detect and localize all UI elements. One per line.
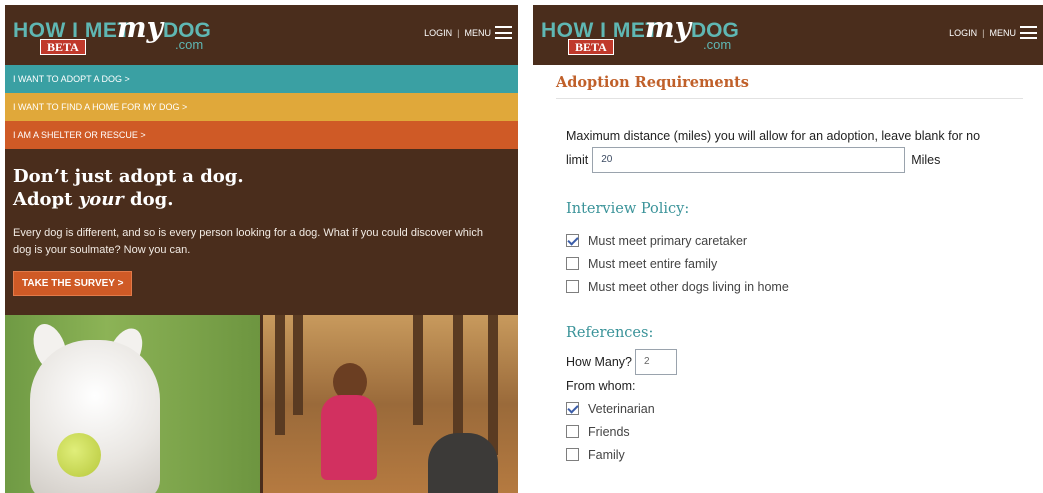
take-survey-button[interactable]: TAKE THE SURVEY > — [13, 271, 133, 296]
site-logo[interactable]: HOW I MET my DOG .com BETA — [13, 11, 223, 59]
hero-section: Don’t just adopt a dog. Adopt your dog. … — [5, 149, 518, 296]
hero-line-2-pre: Adopt — [13, 189, 79, 210]
reference-option-label: Friends — [588, 424, 630, 439]
checkbox-checked[interactable] — [566, 402, 579, 415]
interview-option-label: Must meet entire family — [588, 256, 718, 271]
hero-line-2-emphasis: your — [78, 189, 124, 210]
distance-unit: Miles — [911, 153, 941, 167]
login-link[interactable]: LOGIN — [949, 28, 977, 38]
how-many-label: How Many? — [566, 355, 632, 369]
header-nav: LOGIN | MENU — [424, 26, 512, 39]
reference-option[interactable]: Family — [566, 443, 1023, 466]
hamburger-icon[interactable] — [1020, 26, 1037, 39]
hero-headline: Don’t just adopt a dog. Adopt your dog. — [13, 165, 510, 211]
nav-separator: | — [982, 27, 985, 38]
nav-shelter-rescue[interactable]: I AM A SHELTER OR RESCUE > — [5, 121, 518, 149]
hero-photos — [5, 315, 518, 493]
interview-option[interactable]: Must meet primary caretaker — [566, 229, 1023, 252]
reference-option-label: Family — [588, 447, 625, 462]
how-many-input[interactable]: 2 — [635, 349, 677, 375]
beta-badge: BETA — [40, 39, 86, 55]
hero-line-1: Don’t just adopt a dog. — [13, 166, 244, 187]
dog-photo — [5, 315, 260, 493]
nav-separator: | — [457, 27, 460, 38]
checkbox-checked[interactable] — [566, 234, 579, 247]
nav-adopt-dog[interactable]: I WANT TO ADOPT A DOG > — [5, 65, 518, 93]
interview-policy-title: Interview Policy: — [566, 201, 690, 217]
logo-com: .com — [175, 37, 204, 52]
reference-option[interactable]: Friends — [566, 420, 1023, 443]
distance-label: Maximum distance (miles) you will allow … — [566, 129, 981, 143]
from-whom-label: From whom: — [566, 379, 636, 393]
hero-line-2-post: dog. — [123, 189, 174, 210]
home-screen: HOW I MET my DOG .com BETA LOGIN | MENU … — [5, 5, 518, 493]
checkbox[interactable] — [566, 448, 579, 461]
checkbox[interactable] — [566, 280, 579, 293]
interview-option-label: Must meet primary caretaker — [588, 233, 748, 248]
logo-com: .com — [703, 37, 732, 52]
menu-link[interactable]: MENU — [465, 28, 492, 38]
section-title: Adoption Requirements — [556, 65, 1023, 99]
checkbox[interactable] — [566, 257, 579, 270]
nav-find-home[interactable]: I WANT TO FIND A HOME FOR MY DOG > — [5, 93, 518, 121]
distance-label-cont: limit — [566, 153, 589, 167]
hamburger-icon[interactable] — [495, 26, 512, 39]
menu-link[interactable]: MENU — [990, 28, 1017, 38]
site-header: HOW I MET my DOG .com BETA LOGIN | MENU — [533, 5, 1043, 65]
site-logo[interactable]: HOW I MET my DOG .com BETA — [541, 11, 751, 59]
requirements-form: Adoption Requirements Maximum distance (… — [533, 65, 1043, 466]
distance-input[interactable]: 20 — [592, 147, 906, 173]
header-nav: LOGIN | MENU — [949, 26, 1037, 39]
tennis-ball — [57, 433, 101, 477]
how-many-row: How Many? 2 — [556, 349, 1023, 375]
beta-badge: BETA — [568, 39, 614, 55]
distance-question: Maximum distance (miles) you will allow … — [556, 125, 1023, 173]
site-header: HOW I MET my DOG .com BETA LOGIN | MENU — [5, 5, 518, 65]
reference-option-label: Veterinarian — [588, 401, 655, 416]
logo-my: my — [645, 11, 691, 44]
login-link[interactable]: LOGIN — [424, 28, 452, 38]
hero-body: Every dog is different, and so is every … — [13, 227, 483, 256]
checkbox[interactable] — [566, 425, 579, 438]
interview-option-label: Must meet other dogs living in home — [588, 279, 789, 294]
adoption-requirements-screen: HOW I MET my DOG .com BETA LOGIN | MENU … — [533, 5, 1043, 493]
girl-with-dog-photo — [263, 315, 518, 493]
references-title: References: — [566, 325, 654, 341]
interview-option[interactable]: Must meet other dogs living in home — [566, 275, 1023, 298]
interview-option[interactable]: Must meet entire family — [566, 252, 1023, 275]
logo-my: my — [117, 11, 163, 44]
reference-option[interactable]: Veterinarian — [566, 397, 1023, 420]
